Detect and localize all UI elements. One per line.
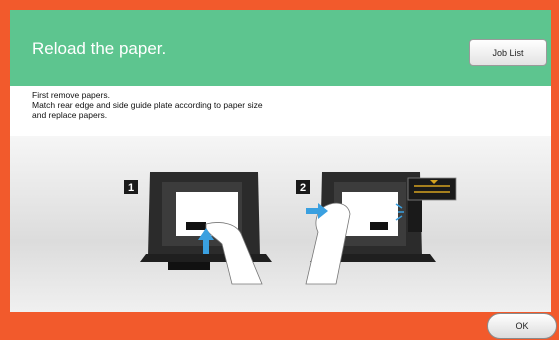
paper-reload-illustration: 1 2 — [10, 136, 551, 312]
instruction-line: Match rear edge and side guide plate acc… — [32, 100, 263, 110]
tray-2-side-guide — [408, 196, 422, 232]
dialog-title: Reload the paper. — [32, 39, 167, 58]
step-2-illustration: 2 — [296, 172, 457, 285]
instruction-line: and replace papers. — [32, 110, 108, 120]
step-1-illustration: 1 — [124, 172, 272, 285]
step-1-number: 1 — [128, 182, 134, 194]
tray-2-guide — [370, 222, 388, 230]
dialog-frame: Reload the paper. Job List First remove … — [0, 0, 559, 340]
instructions-text: First remove papers. Match rear edge and… — [10, 86, 551, 136]
dialog-header: Reload the paper. Job List — [10, 10, 551, 86]
ok-button[interactable]: OK — [487, 313, 557, 339]
hand-2 — [305, 202, 351, 285]
step-2-number: 2 — [300, 182, 306, 194]
tray-1-guide — [186, 222, 206, 230]
job-list-button[interactable]: Job List — [469, 39, 547, 66]
instruction-line: First remove papers. — [32, 90, 110, 100]
tray-1-handle — [168, 262, 210, 270]
illustration-svg: 1 2 — [124, 172, 457, 285]
dialog-panel: Reload the paper. Job List First remove … — [10, 10, 551, 312]
